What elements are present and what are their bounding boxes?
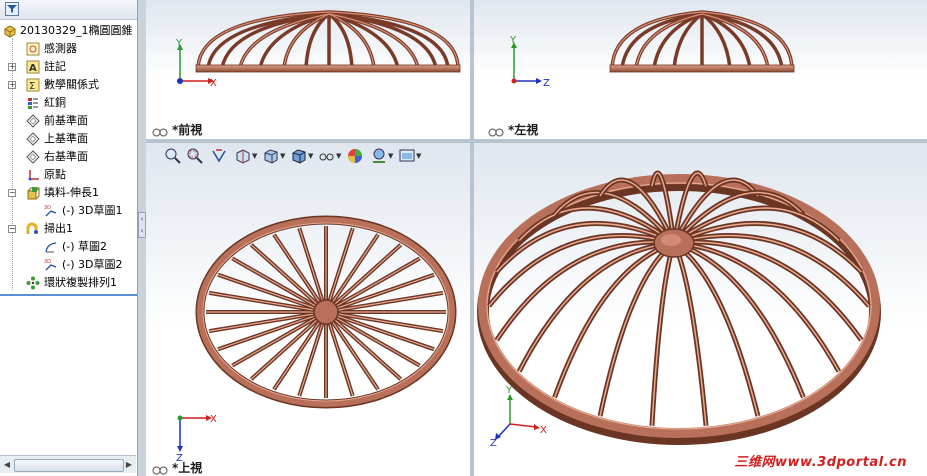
sweep-icon [26,222,40,236]
sketch-icon [44,240,58,254]
scroll-right-arrow-icon[interactable]: ▶ [124,459,134,470]
circular-pattern-icon [26,276,40,290]
sketch3d-icon: 3D [44,204,58,218]
tree-item-label: 掃出1 [44,222,73,235]
tree-item-label: 填料-伸長1 [44,186,99,199]
dome-isometric-view [477,170,881,445]
axis-y-label: Y [509,35,517,46]
extrude-icon [26,186,40,200]
tree-item-label: 20130329_1橢圓圓錐 [20,24,133,37]
collapse-icon[interactable]: − [8,225,16,233]
viewport-label-top: *上視 [152,459,202,476]
plane-icon [26,132,40,146]
viewport-label-front: *前視 [152,121,202,138]
scroll-left-arrow-icon[interactable]: ◀ [2,459,12,470]
tree-item-front-plane[interactable]: 前基準面 [0,112,137,130]
viewport-label-left: *左視 [488,121,538,138]
tree-item-label: (-) 3D草圖2 [62,258,123,271]
material-icon [26,96,40,110]
tree-item-label: 原點 [44,168,66,181]
equations-icon: Σ [26,78,40,92]
annotation-icon: A [26,60,40,74]
tree-item-equations[interactable]: + Σ 數學關係式 [0,76,137,94]
viewport-title: *上視 [172,461,203,475]
axis-z-label: Z [543,78,550,89]
tree-item-label: 數學關係式 [44,78,99,91]
link-views-icon[interactable] [488,126,504,137]
tree-item-label: (-) 草圖2 [62,240,108,253]
tree-item-circular-pattern1[interactable]: 環狀複製排列1 [0,274,137,292]
part-icon [3,24,17,38]
tree-item-sensors[interactable]: 感測器 [0,40,137,58]
axis-y-label: Y [175,38,183,49]
tree-item-root-part[interactable]: 20130329_1橢圓圓錐 [0,22,137,40]
tree-item-sweep1[interactable]: − 掃出1 [0,220,137,238]
tree-item-3dsketch1[interactable]: 3D (-) 3D草圖1 [0,202,137,220]
viewport-title: *左視 [508,123,539,137]
tree-item-label: 上基準面 [44,132,88,145]
tree-item-label: 右基準面 [44,150,88,163]
dome-left-view: Y Z [509,10,795,89]
svg-text:A: A [29,63,37,74]
tree-horizontal-scrollbar[interactable]: ◀ ▶ [0,455,136,473]
dome-top-view [195,215,457,409]
tree-item-right-plane[interactable]: 右基準面 [0,148,137,166]
funnel-icon[interactable] [5,2,19,16]
expand-icon[interactable]: + [8,63,16,71]
tree-item-label: (-) 3D草圖1 [62,204,123,217]
tree-item-label: 紅銅 [44,96,66,109]
plane-icon [26,150,40,164]
scrollbar-thumb[interactable] [14,459,124,472]
svg-text:3D: 3D [44,259,51,265]
tree-item-top-plane[interactable]: 上基準面 [0,130,137,148]
sketch3d-icon: 3D [44,258,58,272]
dome-front-view: Y X [175,10,461,89]
collapse-icon[interactable]: − [8,189,16,197]
tree-item-label: 感測器 [44,42,77,55]
viewport-title: *前視 [172,123,203,137]
tree-item-3dsketch2[interactable]: 3D (-) 3D草圖2 [0,256,137,274]
panel-collapse-handle[interactable]: ‹ ‹ [138,212,146,238]
plane-icon [26,114,40,128]
tree-item-label: 環狀複製排列1 [44,276,117,289]
axis-triad: Y Z [509,35,550,89]
tree-item-sketch2[interactable]: (-) 草圖2 [0,238,137,256]
svg-text:Σ: Σ [29,81,35,92]
svg-text:3D: 3D [44,205,51,211]
tree-toolbar [0,0,137,20]
sensor-icon [26,42,40,56]
tree-item-label: 前基準面 [44,114,88,127]
tree-item-annotations[interactable]: + A 註記 [0,58,137,76]
link-views-icon[interactable] [152,464,168,475]
viewport-front[interactable]: Y X *前視 [146,0,470,139]
link-views-icon[interactable] [152,126,168,137]
viewport-top[interactable]: ▼ ▼ ▼ ▼ ▼ ▼ Z X *上視 [146,143,470,476]
expand-icon[interactable]: + [8,81,16,89]
watermark: 三维网www.3dportal.cn [734,455,907,470]
origin-icon [26,168,40,182]
rollback-bar[interactable] [0,294,137,296]
tree-item-label: 註記 [44,60,66,73]
tree-item-extrude1[interactable]: − 填料-伸長1 [0,184,137,202]
viewport-left[interactable]: Y Z *左視 [474,0,927,139]
feature-manager-tree: 20130329_1橢圓圓錐 感測器 + A 註記 + Σ 數學關係式 紅銅 前… [0,0,138,476]
axis-x-label: X [210,78,217,89]
viewport-isometric[interactable]: Y X Z 三维网www.3dportal.cn [474,143,927,476]
tree-item-origin[interactable]: 原點 [0,166,137,184]
tree-item-material[interactable]: 紅銅 [0,94,137,112]
